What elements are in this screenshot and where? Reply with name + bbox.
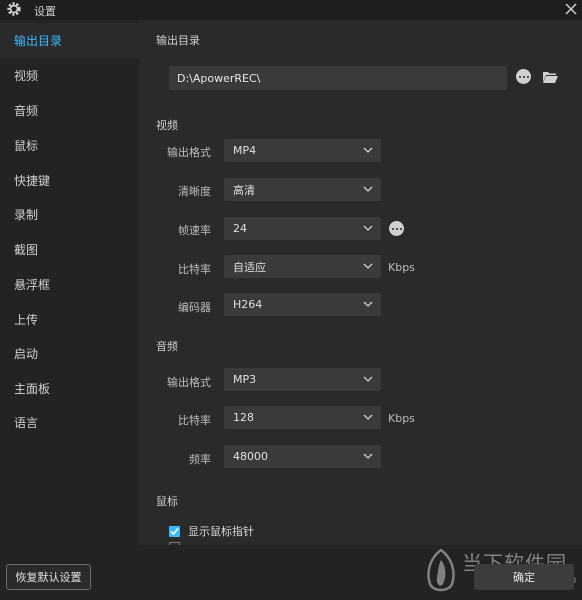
- video-bitrate-select[interactable]: 自适应: [224, 255, 381, 278]
- window-title: 设置: [34, 5, 56, 18]
- chevron-down-icon: [363, 414, 373, 420]
- audio-format-label: 输出格式: [167, 376, 211, 389]
- sidebar-item-language[interactable]: 语言: [0, 405, 139, 440]
- chevron-down-icon: [363, 301, 373, 307]
- video-bitrate-value: 自适应: [233, 260, 266, 274]
- section-title-mouse: 鼠标: [156, 495, 178, 508]
- chevron-down-icon: [363, 225, 373, 231]
- reset-defaults-button[interactable]: 恢复默认设置: [6, 564, 91, 590]
- sidebar-item-floating[interactable]: 悬浮框: [0, 267, 139, 302]
- video-format-select[interactable]: MP4: [224, 139, 381, 162]
- section-title-output: 输出目录: [156, 34, 200, 47]
- sidebar-item-label: 语言: [14, 416, 39, 430]
- sidebar-item-label: 截图: [14, 243, 39, 257]
- sidebar-item-label: 音频: [14, 104, 39, 118]
- chevron-down-icon: [363, 376, 373, 382]
- show-pointer-option[interactable]: 显示鼠标指针: [169, 523, 254, 539]
- audio-bitrate-value: 128: [233, 411, 254, 424]
- settings-panel: 输出目录 D:\ApowerREC\ 视频 输出格式 MP4 清晰度 高清 帧速…: [139, 20, 582, 545]
- sidebar-item-screenshot[interactable]: 截图: [0, 232, 139, 267]
- sidebar-item-startup[interactable]: 启动: [0, 336, 139, 371]
- chevron-down-icon: [363, 453, 373, 459]
- sidebar-item-label: 快捷键: [14, 174, 51, 188]
- sidebar-item-label: 悬浮框: [14, 278, 51, 292]
- folder-open-icon[interactable]: [542, 70, 558, 84]
- audio-bitrate-label: 比特率: [178, 414, 211, 427]
- gear-icon: [7, 2, 21, 16]
- ok-label: 确定: [513, 571, 535, 584]
- sidebar-item-label: 启动: [14, 347, 39, 361]
- sidebar-item-record[interactable]: 录制: [0, 197, 139, 232]
- chevron-down-icon: [363, 186, 373, 192]
- sidebar-item-output[interactable]: 输出目录: [0, 23, 139, 58]
- audio-format-value: MP3: [233, 373, 257, 386]
- sidebar: 输出目录 视频 音频 鼠标 快捷键 录制 截图 悬浮框 上传 启动 主面板 语言: [0, 20, 139, 545]
- audio-frequency-select[interactable]: 48000: [224, 445, 381, 468]
- audio-bitrate-unit: Kbps: [388, 412, 415, 425]
- sidebar-item-label: 视频: [14, 69, 39, 83]
- video-format-label: 输出格式: [167, 146, 211, 159]
- sidebar-item-hotkeys[interactable]: 快捷键: [0, 163, 139, 198]
- video-bitrate-unit: Kbps: [388, 261, 415, 274]
- video-encoder-select[interactable]: H264: [224, 293, 381, 316]
- sidebar-item-upload[interactable]: 上传: [0, 302, 139, 337]
- audio-bitrate-select[interactable]: 128: [224, 406, 381, 429]
- sidebar-item-label: 上传: [14, 313, 39, 327]
- show-pointer-label: 显示鼠标指针: [188, 525, 254, 538]
- sidebar-item-mouse[interactable]: 鼠标: [0, 128, 139, 163]
- chevron-down-icon: [363, 263, 373, 269]
- sidebar-item-label: 录制: [14, 208, 39, 222]
- sidebar-item-label: 输出目录: [14, 34, 63, 48]
- reset-defaults-label: 恢复默认设置: [15, 571, 82, 584]
- checkmark-icon: [170, 527, 179, 535]
- video-fps-select[interactable]: 24: [224, 217, 381, 240]
- watermark-logo-icon: [427, 548, 455, 592]
- video-fps-value: 24: [233, 222, 247, 235]
- output-path-value: D:\ApowerREC\: [177, 71, 261, 85]
- video-encoder-label: 编码器: [178, 301, 211, 314]
- video-quality-select[interactable]: 高清: [224, 178, 381, 201]
- sidebar-item-label: 鼠标: [14, 139, 39, 153]
- footer-bar: 恢复默认设置 当下软件园 www.downxia.com 确定: [0, 545, 582, 600]
- audio-format-select[interactable]: MP3: [224, 368, 381, 391]
- sidebar-item-audio[interactable]: 音频: [0, 93, 139, 128]
- sidebar-item-video[interactable]: 视频: [0, 58, 139, 93]
- fps-more-options-icon[interactable]: [389, 221, 404, 236]
- video-quality-value: 高清: [233, 183, 255, 197]
- video-quality-label: 清晰度: [178, 185, 211, 198]
- more-options-icon[interactable]: [516, 69, 531, 84]
- video-encoder-value: H264: [233, 298, 263, 311]
- chevron-down-icon: [363, 147, 373, 153]
- sidebar-item-label: 主面板: [14, 382, 51, 396]
- audio-frequency-label: 频率: [189, 453, 211, 466]
- output-path-field[interactable]: D:\ApowerREC\: [169, 66, 507, 90]
- sidebar-item-main-panel[interactable]: 主面板: [0, 371, 139, 406]
- video-fps-label: 帧速率: [178, 224, 211, 237]
- show-pointer-checkbox[interactable]: [169, 525, 180, 537]
- close-icon[interactable]: [563, 1, 579, 17]
- section-title-audio: 音频: [156, 340, 178, 353]
- audio-frequency-value: 48000: [233, 450, 268, 463]
- video-format-value: MP4: [233, 144, 257, 157]
- title-bar: 设置: [0, 0, 582, 20]
- section-title-video: 视频: [156, 119, 178, 132]
- video-bitrate-label: 比特率: [178, 263, 211, 276]
- ok-button[interactable]: 确定: [474, 564, 574, 590]
